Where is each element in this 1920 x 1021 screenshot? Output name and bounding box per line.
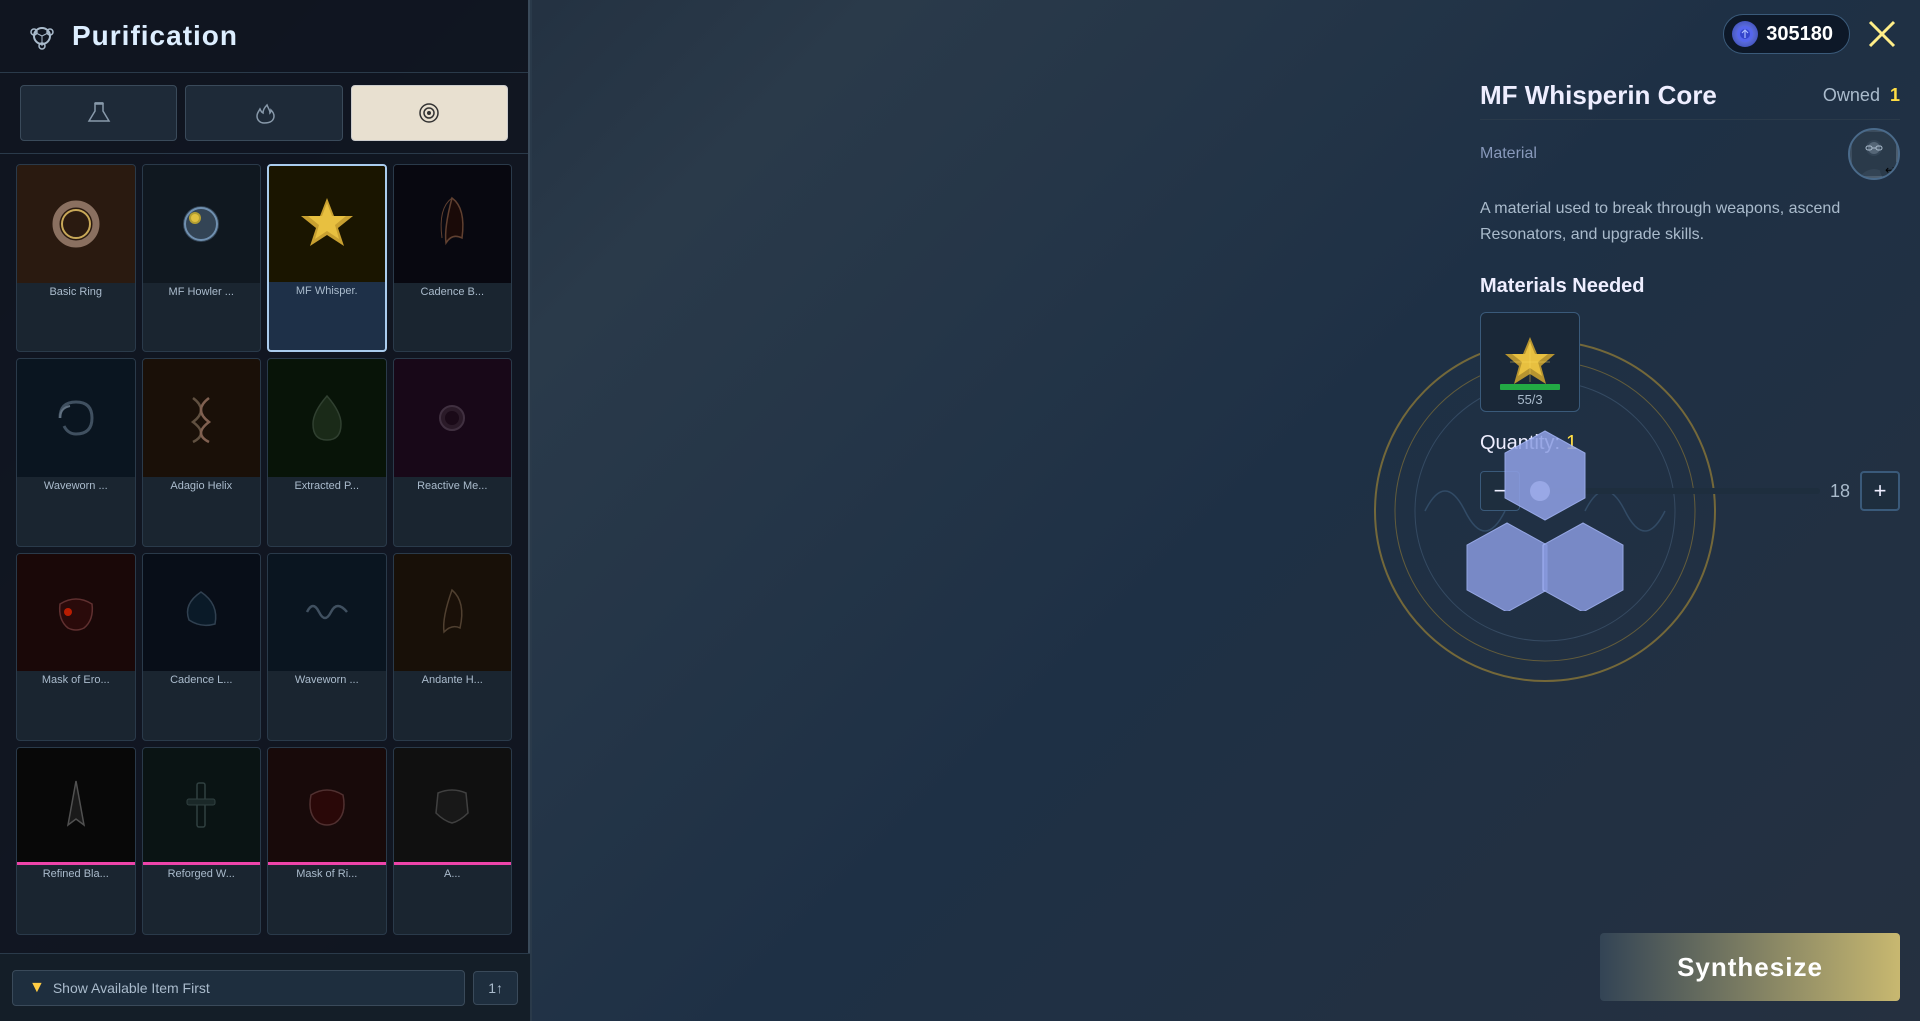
tab-bar (0, 73, 528, 154)
item-cell[interactable]: Waveworn ... (16, 358, 136, 546)
item-icon (291, 769, 363, 841)
item-icon (40, 188, 112, 260)
tab-flask[interactable] (20, 85, 177, 141)
item-icon (40, 382, 112, 454)
owned-count: 1 (1890, 85, 1900, 105)
item-cell[interactable]: Extracted P... (267, 358, 387, 546)
item-icon (416, 576, 488, 648)
item-name-label: Waveworn ... (268, 671, 386, 688)
item-name-label: Waveworn ... (17, 477, 135, 494)
item-cell[interactable]: Andante H... (393, 553, 513, 741)
item-cell[interactable]: Reforged W... (142, 747, 262, 935)
item-name-label: Refined Bla... (17, 865, 135, 882)
item-cell[interactable]: A... (393, 747, 513, 935)
sort-num-label: 1↑ (488, 980, 503, 996)
item-type-row: Material ↩ (1480, 128, 1900, 180)
item-title-row: MF Whisperin Core Owned 1 (1480, 80, 1900, 111)
bottom-bar: ▼ Show Available Item First 1↑ (0, 953, 530, 1021)
item-icon (40, 769, 112, 841)
item-cell[interactable]: Waveworn ... (267, 553, 387, 741)
item-icon (291, 576, 363, 648)
item-name-label: Extracted P... (268, 477, 386, 494)
item-name-label: Adagio Helix (143, 477, 261, 494)
info-divider (1480, 119, 1900, 120)
materials-needed-label: Materials Needed (1480, 275, 1900, 298)
tab-flame[interactable] (185, 85, 342, 141)
item-cell[interactable]: Mask of Ero... (16, 553, 136, 741)
avatar-action-icon[interactable]: ↩ (1882, 162, 1900, 180)
chevron-down-icon: ▼ (29, 979, 45, 997)
stepper-plus-button[interactable]: + (1860, 471, 1900, 511)
material-count: 55/3 (1481, 392, 1579, 407)
item-name-label: A... (394, 865, 512, 882)
item-cell[interactable]: Mask of Ri... (267, 747, 387, 935)
item-icon (165, 188, 237, 260)
item-type: Material (1480, 145, 1537, 163)
item-name-label: Reforged W... (143, 865, 261, 882)
material-slot: 55/3 (1480, 312, 1580, 412)
avatar: ↩ (1848, 128, 1900, 180)
item-grid: Basic Ring MF Howler ... MF Whisper. Cadenc… (0, 154, 528, 945)
item-icon (165, 576, 237, 648)
sort-label: Show Available Item First (53, 980, 210, 996)
item-cell[interactable]: MF Whisper. (267, 164, 387, 352)
item-cell[interactable]: Cadence B... (393, 164, 513, 352)
item-name-label: MF Whisper. (269, 282, 385, 299)
sort-num-button[interactable]: 1↑ (473, 971, 518, 1005)
stepper-max-value: 18 (1830, 481, 1850, 502)
item-name-label: Mask of Ri... (268, 865, 386, 882)
panel-header: Purification (0, 0, 528, 73)
page-title: Purification (72, 20, 238, 52)
item-icon (416, 769, 488, 841)
item-name-label: Andante H... (394, 671, 512, 688)
item-cell[interactable]: MF Howler ... (142, 164, 262, 352)
item-icon (416, 188, 488, 260)
item-icon (291, 382, 363, 454)
item-cell[interactable]: Adagio Helix (142, 358, 262, 546)
item-name-label: Cadence B... (394, 283, 512, 300)
item-cell[interactable]: Refined Bla... (16, 747, 136, 935)
tab-circle[interactable] (351, 85, 508, 141)
item-cell[interactable]: Reactive Me... (393, 358, 513, 546)
item-name: MF Whisperin Core (1480, 80, 1717, 111)
synthesize-button[interactable]: Synthesize (1600, 933, 1900, 1001)
item-name-label: Cadence L... (143, 671, 261, 688)
sort-button[interactable]: ▼ Show Available Item First (12, 970, 465, 1006)
item-cell[interactable]: Basic Ring (16, 164, 136, 352)
left-panel: Purification Basic Ring MF Howler ... MF W… (0, 0, 530, 1021)
owned-label: Owned 1 (1823, 85, 1900, 106)
item-cell[interactable]: Cadence L... (142, 553, 262, 741)
purification-icon (24, 18, 60, 54)
item-name-label: Reactive Me... (394, 477, 512, 494)
item-icon (291, 188, 363, 260)
item-name-label: MF Howler ... (143, 283, 261, 300)
material-icon (1500, 332, 1560, 392)
right-panel: 305180 (530, 0, 1920, 1021)
item-icon (40, 576, 112, 648)
item-name-label: Mask of Ero... (17, 671, 135, 688)
item-description: A material used to break through weapons… (1480, 196, 1900, 247)
item-icon (416, 382, 488, 454)
item-icon (165, 382, 237, 454)
item-name-label: Basic Ring (17, 283, 135, 300)
hex-cluster (1445, 411, 1645, 611)
item-icon (165, 769, 237, 841)
